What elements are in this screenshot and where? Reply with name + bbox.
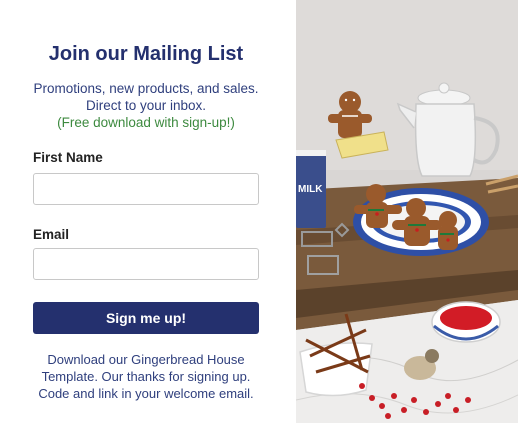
sign-up-button[interactable]: Sign me up!: [33, 302, 259, 334]
subtitle-line-1: Promotions, new products, and sales.: [33, 81, 259, 96]
subtitle-line-2: Direct to your inbox.: [85, 98, 207, 113]
signup-form: Join our Mailing List Promotions, new pr…: [0, 0, 296, 423]
email-label: Email: [33, 227, 70, 242]
first-name-field[interactable]: [33, 173, 259, 205]
download-note-line-3: Code and link in your welcome email.: [38, 386, 254, 401]
gingerbread-photo: MILK: [296, 0, 518, 423]
download-note-line-2: Template. Our thanks for signing up.: [41, 369, 251, 384]
free-download-note: (Free download with sign-up!): [57, 115, 235, 130]
first-name-label: First Name: [33, 150, 103, 165]
email-field[interactable]: [33, 248, 259, 280]
form-title: Join our Mailing List: [48, 43, 244, 65]
download-note-line-1: Download our Gingerbread House: [47, 352, 245, 367]
mug-label: MILK: [298, 184, 323, 195]
